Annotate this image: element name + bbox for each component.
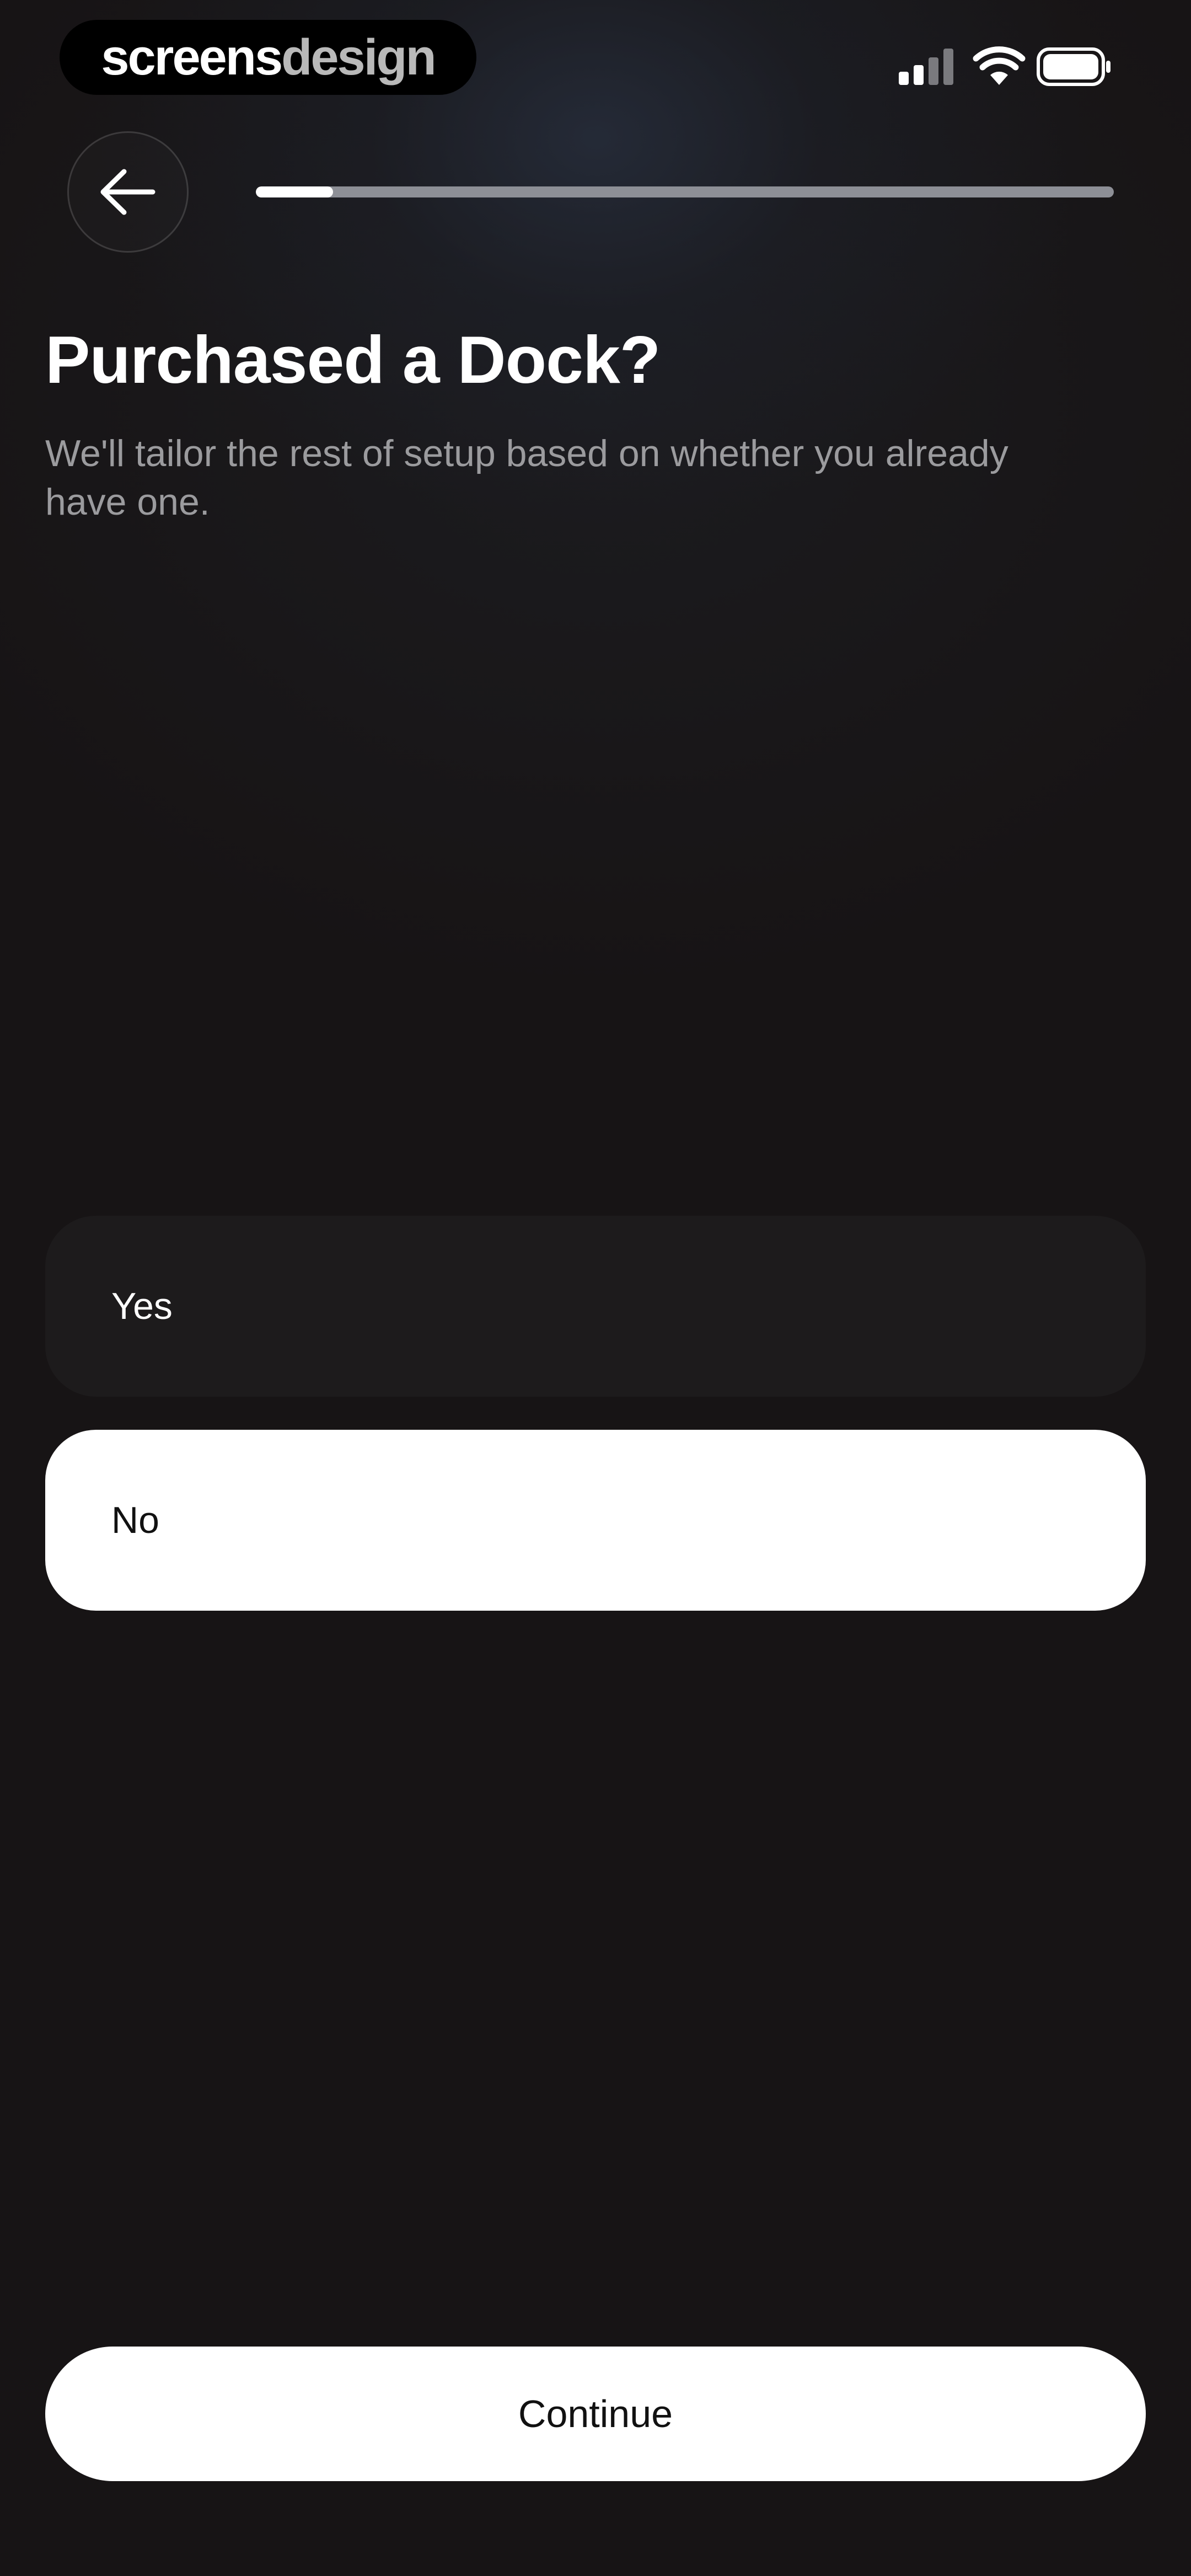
page-subtitle: We'll tailor the rest of setup based on … — [45, 432, 1008, 523]
option-no[interactable]: No — [45, 1430, 1146, 1611]
battery-icon — [1037, 47, 1110, 86]
page-title: Purchased a Dock? — [45, 322, 661, 397]
option-no-label: No — [111, 1499, 159, 1541]
progress-fill — [256, 186, 334, 197]
arrow-left-icon — [100, 169, 155, 215]
continue-button[interactable]: Continue — [45, 2347, 1146, 2481]
brand-watermark: screens design — [60, 20, 476, 95]
progress-bar — [256, 186, 1114, 197]
brand-text-secondary: design — [281, 29, 436, 85]
status-icons — [899, 46, 1119, 90]
brand-text-primary: screens — [101, 29, 283, 85]
option-yes[interactable]: Yes — [45, 1216, 1146, 1397]
wifi-icon — [973, 46, 1026, 85]
option-yes-label: Yes — [111, 1285, 173, 1327]
back-button[interactable] — [67, 131, 189, 253]
signal-bars-icon — [899, 49, 953, 85]
